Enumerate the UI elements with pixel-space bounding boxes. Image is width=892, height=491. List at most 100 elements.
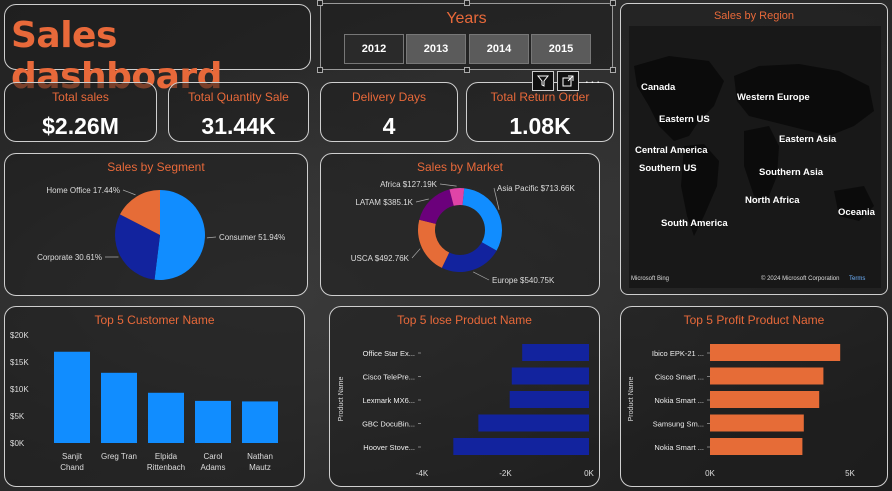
kpi-label: Total sales bbox=[52, 90, 109, 104]
pie-slice bbox=[154, 190, 205, 280]
y-tick-label: Hoover Stove... bbox=[363, 443, 415, 452]
x-tick-label: 0K bbox=[584, 469, 594, 478]
bar bbox=[522, 344, 589, 361]
y-tick-label: Nokia Smart ... bbox=[654, 396, 704, 405]
region-map[interactable]: Canada Western Europe Eastern US Eastern… bbox=[629, 26, 881, 288]
donut-slice bbox=[419, 189, 454, 224]
resize-handle[interactable] bbox=[610, 0, 616, 6]
kpi-value: 4 bbox=[382, 113, 396, 139]
x-tick-label: Adams bbox=[201, 463, 226, 472]
region-map-card: Sales by Region Canada Western Europe Ea… bbox=[620, 3, 888, 295]
visual-toolbar: ··· bbox=[532, 71, 604, 91]
customer-chart-card: Top 5 Customer Name $0K $5K $10K $15K $20K Sa… bbox=[4, 306, 305, 487]
map-terms-link[interactable]: Terms bbox=[849, 276, 865, 282]
map-label: Western Europe bbox=[737, 92, 810, 103]
donut-slice bbox=[441, 242, 497, 272]
y-tick-label: Ibico EPK-21 ... bbox=[652, 349, 704, 358]
bar bbox=[54, 351, 90, 443]
y-tick-label: Cisco TelePre... bbox=[363, 373, 415, 382]
resize-handle[interactable] bbox=[464, 67, 470, 73]
year-option-2015[interactable]: 2015 bbox=[531, 34, 591, 64]
profit-bar-chart: Product Name Ibico EPK-21 ... Cisco Smart … bbox=[628, 344, 856, 478]
y-tick-label: Nokia Smart ... bbox=[654, 443, 704, 452]
world-map-shapes bbox=[634, 56, 874, 236]
bar bbox=[101, 372, 137, 443]
leader-line bbox=[473, 271, 490, 281]
more-options-icon[interactable]: ··· bbox=[582, 71, 604, 91]
years-slicer[interactable]: Years 2012 2013 2014 2015 bbox=[317, 0, 616, 73]
market-chart-card: Sales by Market Asia Pacific $713.66K Eur… bbox=[320, 153, 600, 296]
market-donut-chart: Asia Pacific $713.66K Europe $540.75K USCA… bbox=[351, 180, 576, 285]
y-tick-label: $20K bbox=[10, 331, 29, 340]
map-label: Southern Asia bbox=[759, 167, 824, 178]
bar bbox=[453, 438, 589, 455]
bar bbox=[511, 367, 589, 385]
bar bbox=[710, 367, 824, 385]
bar bbox=[710, 391, 820, 408]
x-tick-label: 0K bbox=[705, 469, 715, 478]
kpi-total-return: Total Return Order 1.08K bbox=[466, 82, 614, 142]
x-tick-label: -4K bbox=[416, 469, 429, 478]
year-option-2012[interactable]: 2012 bbox=[344, 34, 404, 64]
data-label: Africa $127.19K bbox=[380, 180, 438, 189]
x-tick-label: Rittenbach bbox=[147, 463, 185, 472]
y-tick-label: $5K bbox=[10, 412, 25, 421]
donut-slice bbox=[418, 219, 450, 268]
y-axis-title: Product Name bbox=[338, 377, 345, 422]
kpi-value: 31.44K bbox=[201, 113, 276, 139]
data-label: Europe $540.75K bbox=[492, 276, 555, 285]
year-option-2014[interactable]: 2014 bbox=[469, 34, 529, 64]
data-label: Consumer 51.94% bbox=[219, 233, 285, 242]
filter-icon[interactable] bbox=[532, 71, 554, 91]
focus-mode-icon[interactable] bbox=[557, 71, 579, 91]
data-label: Corporate 30.61% bbox=[37, 253, 102, 262]
y-axis-title: Product Name bbox=[628, 377, 635, 422]
x-tick-label: Mautz bbox=[249, 463, 271, 472]
data-label: LATAM $385.1K bbox=[355, 198, 413, 207]
bar bbox=[195, 400, 231, 443]
map-label: Oceania bbox=[838, 207, 875, 218]
data-label: Home Office 17.44% bbox=[46, 186, 120, 195]
y-tick-label: Samsung Sm... bbox=[653, 420, 704, 429]
kpi-total-quantity: Total Quantity Sale 31.44K bbox=[168, 82, 309, 142]
year-option-2013[interactable]: 2013 bbox=[406, 34, 466, 64]
segment-pie-chart: Consumer 51.94% Corporate 30.61% Home Offi… bbox=[37, 186, 285, 280]
leader-line bbox=[415, 198, 429, 203]
x-tick-label: Chand bbox=[60, 463, 84, 472]
map-label: North Africa bbox=[745, 195, 800, 206]
map-label: Central America bbox=[635, 145, 708, 156]
leader-line bbox=[122, 189, 136, 196]
map-label: South America bbox=[661, 218, 728, 229]
y-tick-label: $0K bbox=[10, 439, 25, 448]
map-label: Canada bbox=[641, 82, 676, 93]
y-tick-label: GBC DocuBin... bbox=[362, 420, 415, 429]
map-label: Eastern US bbox=[659, 114, 710, 125]
bar bbox=[710, 438, 803, 455]
customer-bar-chart: $0K $5K $10K $15K $20K Sanjit Chand Greg Tran El… bbox=[10, 331, 278, 472]
chart-title: Sales by Region bbox=[713, 10, 795, 22]
kpi-value: 1.08K bbox=[509, 113, 571, 139]
bar bbox=[509, 391, 589, 408]
x-tick-label: Elpida bbox=[155, 452, 178, 461]
bar bbox=[710, 344, 841, 361]
y-tick-label: $15K bbox=[10, 358, 29, 367]
loss-bar-chart: Product Name Office Star Ex... Cisco TeleP… bbox=[338, 344, 595, 478]
bar bbox=[478, 414, 589, 432]
resize-handle[interactable] bbox=[317, 67, 323, 73]
profit-chart-card: Top 5 Profit Product Name Product Name Ib… bbox=[620, 306, 888, 487]
kpi-label: Total Quantity Sale bbox=[188, 90, 289, 104]
y-tick-label: Lexmark MX6... bbox=[362, 396, 415, 405]
bar bbox=[710, 414, 804, 432]
x-tick-label: Nathan bbox=[247, 452, 273, 461]
map-label: Eastern Asia bbox=[779, 134, 837, 145]
x-tick-label: -2K bbox=[499, 469, 512, 478]
y-tick-label: Office Star Ex... bbox=[363, 349, 415, 358]
y-tick-label: $10K bbox=[10, 385, 29, 394]
x-tick-label: Carol bbox=[203, 452, 222, 461]
data-label: USCA $492.76K bbox=[351, 254, 410, 263]
resize-handle[interactable] bbox=[317, 0, 323, 6]
x-tick-label: Sanjit bbox=[62, 452, 83, 461]
resize-handle[interactable] bbox=[464, 0, 470, 6]
resize-handle[interactable] bbox=[610, 67, 616, 73]
y-tick-label: Cisco Smart ... bbox=[655, 373, 704, 382]
